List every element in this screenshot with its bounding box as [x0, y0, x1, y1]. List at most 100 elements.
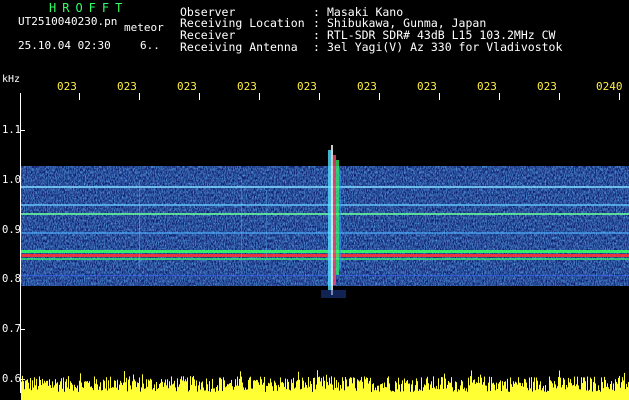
- power-bar: [38, 385, 39, 400]
- power-bar: [376, 390, 377, 400]
- power-bar: [22, 375, 23, 400]
- power-bar: [592, 391, 593, 400]
- power-bar: [465, 390, 466, 400]
- freq-label: 0.9: [2, 224, 21, 236]
- power-bar: [151, 379, 152, 400]
- power-bar: [358, 380, 359, 400]
- freq-label: 0.6: [2, 373, 21, 385]
- power-bar: [506, 388, 507, 400]
- power-bar: [119, 384, 120, 400]
- power-bar: [243, 387, 244, 400]
- power-bar: [258, 382, 259, 400]
- power-bar: [316, 384, 317, 400]
- power-bar: [391, 391, 392, 400]
- frequency-unit: kHz: [2, 74, 21, 85]
- power-bar: [516, 382, 517, 400]
- power-bar: [501, 391, 502, 400]
- power-bar: [310, 381, 311, 400]
- power-bar: [400, 391, 401, 400]
- power-bar: [96, 379, 97, 400]
- power-bar: [107, 390, 108, 400]
- time-label: 023: [57, 80, 77, 93]
- power-bar: [176, 391, 177, 400]
- power-bar: [485, 385, 486, 400]
- power-bar: [202, 381, 203, 400]
- power-bar: [43, 383, 44, 400]
- power-bar: [106, 377, 107, 400]
- power-bar: [319, 376, 320, 400]
- power-bar: [169, 381, 170, 400]
- power-bar: [200, 389, 201, 400]
- power-bar: [509, 391, 510, 400]
- power-bar: [228, 384, 229, 400]
- power-bar: [230, 382, 231, 400]
- power-bar: [291, 379, 292, 400]
- power-bar: [418, 390, 419, 400]
- power-bar: [268, 382, 269, 400]
- power-bar: [75, 387, 76, 400]
- power-bar: [102, 390, 103, 400]
- power-bar: [237, 376, 238, 400]
- power-bar: [396, 382, 397, 400]
- power-bar: [344, 390, 345, 400]
- power-bar: [124, 371, 125, 400]
- power-bar: [167, 379, 168, 400]
- power-bar: [520, 382, 521, 400]
- power-bar: [527, 387, 528, 400]
- power-bar: [606, 386, 607, 400]
- power-bar: [219, 377, 220, 400]
- power-bar: [117, 379, 118, 400]
- power-bar: [126, 377, 127, 400]
- power-bar: [404, 378, 405, 400]
- power-bar: [91, 386, 92, 400]
- power-bar: [68, 376, 69, 400]
- power-bar: [581, 377, 582, 400]
- power-bar: [590, 377, 591, 400]
- power-bar: [408, 383, 409, 400]
- power-bar: [144, 388, 145, 400]
- power-bar: [174, 380, 175, 400]
- power-bar: [111, 387, 112, 400]
- power-bar: [71, 382, 72, 400]
- power-bar: [163, 386, 164, 400]
- power-bar: [130, 385, 131, 400]
- power-bar: [613, 383, 614, 400]
- carrier-line: [21, 232, 629, 234]
- power-bar: [576, 384, 577, 400]
- power-bar: [530, 388, 531, 400]
- carrier-line: [21, 275, 629, 276]
- power-bar: [178, 386, 179, 400]
- power-bar: [77, 385, 78, 400]
- power-bar: [299, 379, 300, 400]
- power-bar: [238, 385, 239, 400]
- power-bar: [377, 385, 378, 400]
- power-bar: [367, 377, 368, 400]
- power-bar: [603, 388, 604, 400]
- time-label: 023: [297, 80, 317, 93]
- power-bar: [249, 377, 250, 400]
- power-bar: [535, 390, 536, 400]
- power-bar: [196, 380, 197, 400]
- power-bar: [325, 388, 326, 400]
- power-bar: [164, 382, 165, 400]
- power-bar: [600, 391, 601, 400]
- power-bar: [297, 380, 298, 400]
- power-bar: [42, 378, 43, 400]
- power-bar: [399, 384, 400, 400]
- power-bar: [186, 381, 187, 400]
- power-bar: [497, 388, 498, 400]
- power-bar: [155, 390, 156, 400]
- power-bar: [336, 380, 337, 400]
- power-bar: [154, 384, 155, 400]
- power-bar: [260, 376, 261, 400]
- power-bar: [368, 383, 369, 400]
- power-bar: [436, 385, 437, 400]
- power-bar: [263, 382, 264, 400]
- power-bar: [128, 379, 129, 400]
- power-bar: [466, 388, 467, 400]
- power-bar: [493, 382, 494, 400]
- power-bar: [397, 389, 398, 400]
- power-bar: [321, 377, 322, 400]
- power-bar: [481, 377, 482, 400]
- power-bar: [98, 389, 99, 400]
